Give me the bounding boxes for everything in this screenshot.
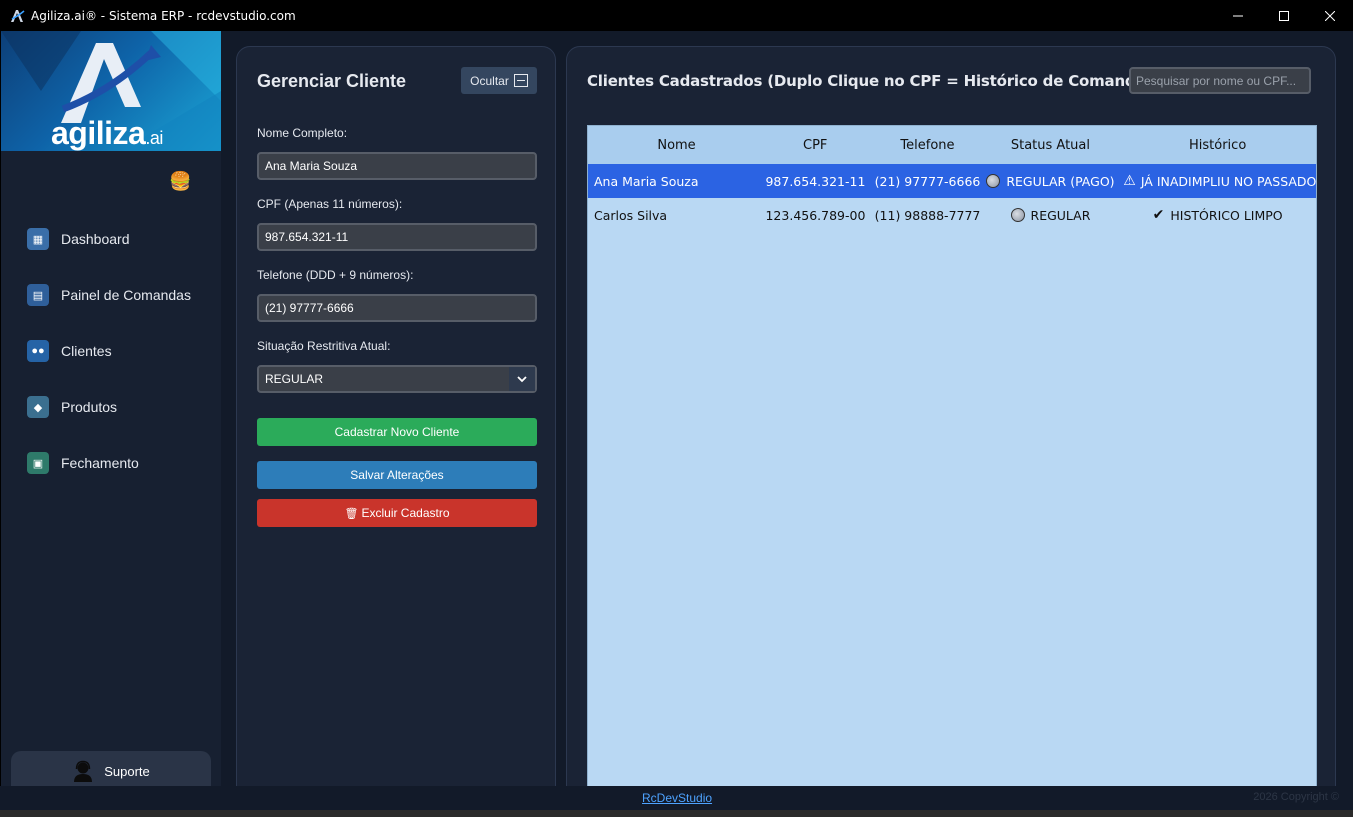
chevron-down-icon[interactable] xyxy=(509,367,535,391)
cell-status: REGULAR xyxy=(982,208,1120,223)
sidebar-item-label: Fechamento xyxy=(61,455,139,471)
column-header-historico[interactable]: Histórico xyxy=(1119,138,1316,153)
app-logo-icon xyxy=(11,9,25,22)
cell-nome: Ana Maria Souza xyxy=(594,173,699,189)
table-row[interactable]: Carlos Silva 123.456.789-00 (11) 98888-7… xyxy=(588,198,1316,232)
brand-logo: agiliza.ai xyxy=(1,31,221,151)
cpf-label: CPF (Apenas 11 números): xyxy=(257,197,403,211)
status-text: REGULAR xyxy=(1030,207,1091,223)
sidebar-nav: ▦ Dashboard ▤ Painel de Comandas ●● Clie… xyxy=(1,211,221,491)
brand-name: agiliza.ai xyxy=(51,115,163,151)
copyright-text: 2026 Copyright © xyxy=(1253,791,1339,803)
sidebar-item-label: Produtos xyxy=(61,399,118,415)
cell-historico: ✔ HISTÓRICO LIMPO xyxy=(1119,207,1316,223)
headset-icon xyxy=(74,760,93,782)
cell-telefone: (11) 98888-7777 xyxy=(874,207,981,223)
status-select-value: REGULAR xyxy=(265,372,324,386)
save-button[interactable]: Salvar Alterações xyxy=(257,461,537,489)
maximize-button[interactable] xyxy=(1261,0,1307,31)
sidebar-item-fechamento[interactable]: ▣ Fechamento xyxy=(1,435,221,491)
support-label: Suporte xyxy=(104,763,150,779)
sidebar-item-label: Clientes xyxy=(61,343,112,359)
footer: RcDevStudio 2026 Copyright © xyxy=(0,786,1353,810)
close-button[interactable] xyxy=(1307,0,1353,31)
add-client-button[interactable]: Cadastrar Novo Cliente xyxy=(257,418,537,446)
status-select[interactable]: REGULAR xyxy=(257,365,537,393)
search-input[interactable] xyxy=(1129,67,1311,94)
sidebar: agiliza.ai 🍔 ▦ Dashboard ▤ Painel de Com… xyxy=(1,31,221,791)
products-icon: ◆ xyxy=(27,396,49,418)
sidebar-item-label: Dashboard xyxy=(61,231,130,247)
clients-title: Clientes Cadastrados (Duplo Clique no CP… xyxy=(587,72,1161,90)
column-header-status[interactable]: Status Atual xyxy=(982,138,1120,153)
status-circle-icon xyxy=(986,174,1001,188)
burger-icon[interactable]: 🍔 xyxy=(169,171,191,192)
sidebar-item-painel-de-comandas[interactable]: ▤ Painel de Comandas xyxy=(1,267,221,323)
cell-historico: ⚠ JÁ INADIMPLIU NO PASSADO xyxy=(1119,173,1316,189)
trash-icon: 🗑 xyxy=(344,507,359,520)
delete-button[interactable]: 🗑 Excluir Cadastro xyxy=(257,499,537,527)
column-header-cpf[interactable]: CPF xyxy=(765,138,873,153)
hide-form-button[interactable]: Ocultar xyxy=(461,67,537,94)
warning-icon: ⚠ xyxy=(1123,173,1136,189)
name-field[interactable]: Ana Maria Souza xyxy=(257,152,537,180)
clients-panel: Clientes Cadastrados (Duplo Clique no CP… xyxy=(566,46,1336,806)
collapse-icon xyxy=(513,74,528,87)
table-header: Nome CPF Telefone Status Atual Histórico xyxy=(588,126,1316,164)
cell-status: REGULAR (PAGO) xyxy=(982,174,1120,189)
clients-icon: ●● xyxy=(27,340,49,362)
clients-table: Nome CPF Telefone Status Atual Histórico… xyxy=(587,125,1317,787)
dashboard-icon: ▦ xyxy=(27,228,49,250)
title-bar: Agiliza.ai® - Sistema ERP - rcdevstudio.… xyxy=(0,0,1353,31)
taskbar-strip xyxy=(0,810,1353,817)
column-header-nome[interactable]: Nome xyxy=(588,138,765,153)
historico-text: JÁ INADIMPLIU NO PASSADO xyxy=(1140,173,1317,189)
sidebar-item-label: Painel de Comandas xyxy=(61,287,191,303)
name-label: Nome Completo: xyxy=(257,126,348,140)
status-text: REGULAR (PAGO) xyxy=(1006,173,1115,189)
support-button[interactable]: Suporte xyxy=(11,751,211,791)
cell-nome: Carlos Silva xyxy=(594,207,668,223)
sidebar-item-clientes[interactable]: ●● Clientes xyxy=(1,323,221,379)
client-form-panel: Gerenciar Cliente Ocultar Nome Completo:… xyxy=(236,46,556,806)
sidebar-item-dashboard[interactable]: ▦ Dashboard xyxy=(1,211,221,267)
footer-link[interactable]: RcDevStudio xyxy=(642,791,712,805)
historico-text: HISTÓRICO LIMPO xyxy=(1170,207,1283,223)
cell-cpf[interactable]: 987.654.321-11 xyxy=(765,174,873,189)
form-title: Gerenciar Cliente xyxy=(257,71,407,91)
cell-cpf[interactable]: 123.456.789-00 xyxy=(765,208,873,223)
phone-field[interactable]: (21) 97777-6666 xyxy=(257,294,537,322)
delete-label: Excluir Cadastro xyxy=(361,506,450,520)
status-circle-icon xyxy=(1010,208,1025,222)
hide-label: Ocultar xyxy=(470,73,509,88)
status-label: Situação Restritiva Atual: xyxy=(257,339,391,353)
sidebar-item-produtos[interactable]: ◆ Produtos xyxy=(1,379,221,435)
commands-icon: ▤ xyxy=(27,284,49,306)
cpf-field[interactable]: 987.654.321-11 xyxy=(257,223,537,251)
check-icon: ✔ xyxy=(1152,207,1165,223)
cell-telefone: (21) 97777-6666 xyxy=(874,173,981,189)
table-row[interactable]: Ana Maria Souza 987.654.321-11 (21) 9777… xyxy=(588,164,1316,198)
phone-label: Telefone (DDD + 9 números): xyxy=(257,268,414,282)
column-header-telefone[interactable]: Telefone xyxy=(873,138,981,153)
closing-icon: ▣ xyxy=(27,452,49,474)
maximize-icon xyxy=(1279,10,1289,21)
minimize-icon xyxy=(1233,15,1243,16)
close-icon xyxy=(1325,10,1335,21)
window-title: Agiliza.ai® - Sistema ERP - rcdevstudio.… xyxy=(31,8,296,23)
minimize-button[interactable] xyxy=(1215,0,1261,31)
